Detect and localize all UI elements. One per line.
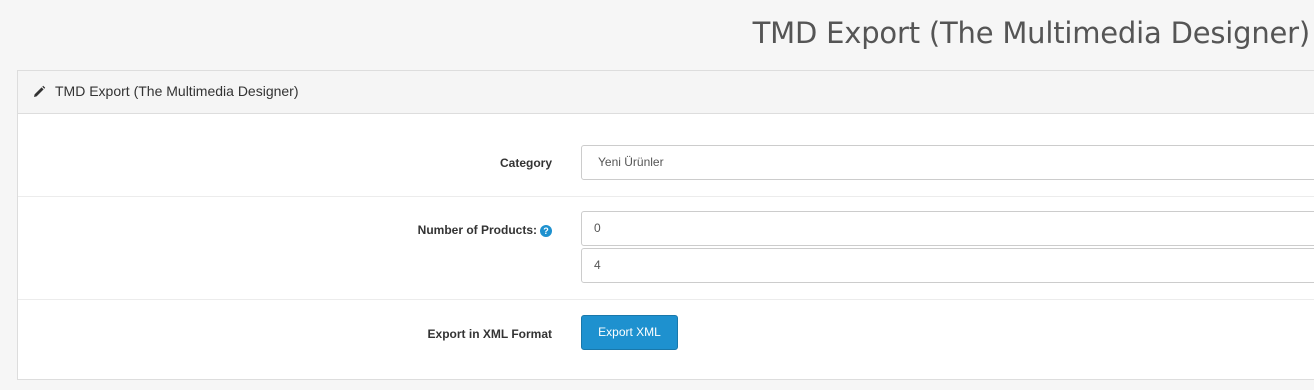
product-start-input[interactable]: 0: [581, 211, 1314, 246]
question-circle-icon[interactable]: ?: [540, 225, 552, 237]
category-select[interactable]: Yeni Ürünler: [581, 145, 1314, 180]
export-row: Export in XML Format Export XML: [18, 300, 1314, 379]
category-label: Category: [499, 156, 552, 170]
panel-heading: TMD Export (The Multimedia Designer): [18, 71, 1314, 114]
number-of-products-label-wrap: Number of Products:?: [418, 223, 552, 237]
page-title: TMD Export (The Multimedia Designer): [752, 16, 1311, 50]
page-header: TMD Export (The Multimedia Designer): [0, 0, 1314, 70]
number-of-products-row: Number of Products:? 0 4: [18, 197, 1314, 300]
pencil-icon: [34, 85, 46, 97]
category-row: Category Yeni Ürünler: [18, 114, 1314, 197]
panel-heading-title: TMD Export (The Multimedia Designer): [55, 83, 299, 99]
export-xml-button[interactable]: Export XML: [581, 315, 678, 350]
number-of-products-label: Number of Products:: [417, 223, 537, 237]
export-label: Export in XML Format: [427, 327, 552, 341]
export-panel: TMD Export (The Multimedia Designer) Cat…: [17, 70, 1314, 380]
product-limit-input[interactable]: 4: [581, 248, 1314, 283]
